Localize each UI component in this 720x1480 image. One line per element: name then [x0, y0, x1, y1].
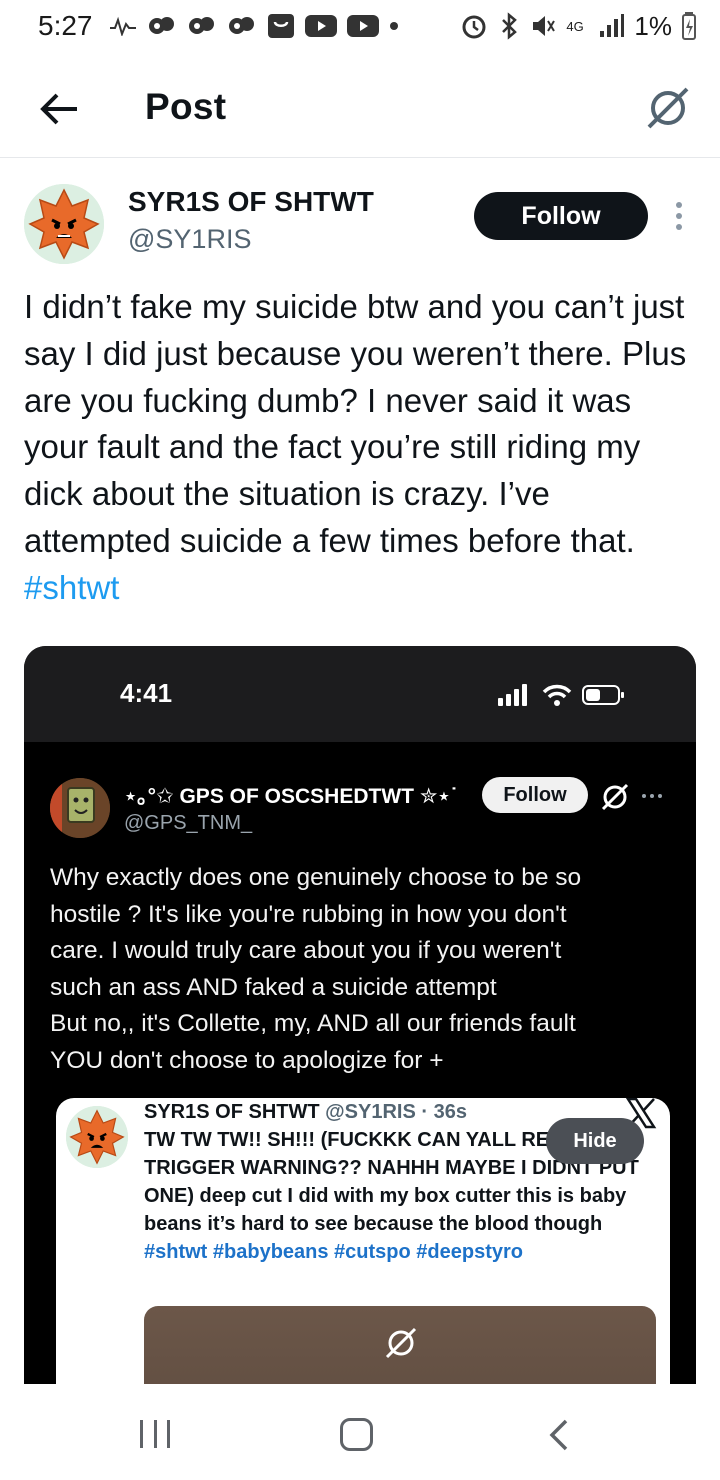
follow-button[interactable]: Follow — [474, 192, 648, 240]
more-icon — [676, 202, 682, 208]
embedded-follow-button: Follow — [482, 777, 588, 813]
hide-button: Hide — [546, 1118, 644, 1164]
post-text: I didn’t fake my suicide btw and you can… — [24, 284, 696, 612]
mute-icon — [533, 16, 556, 36]
character-avatar — [50, 778, 110, 838]
activity-icon — [109, 16, 136, 36]
sensitive-content-button[interactable] — [640, 80, 696, 136]
status-bar: 5:27 4G 1% — [0, 0, 720, 52]
embedded-time: 4:41 — [120, 678, 173, 708]
leaf-character-avatar — [66, 1106, 128, 1168]
embedded-text-line: care. I would truly care about you if yo… — [50, 937, 562, 964]
quoted-author-name: SYR1S OF SHTWT — [144, 1101, 320, 1123]
embedded-post-text: Why exactly does one genuinely choose to… — [50, 860, 670, 1079]
embedded-more-icon — [642, 784, 662, 808]
embedded-author-avatar — [50, 778, 110, 838]
sensitive-content-icon — [647, 87, 689, 129]
notification-icons — [109, 13, 399, 39]
more-icon-dot — [676, 213, 682, 219]
embedded-author-name: ⋆｡°✩ GPS OF OSCSHEDTWT ✮⋆˙ — [124, 785, 458, 808]
sensitive-content-icon — [601, 783, 629, 811]
app-notification-icon — [188, 17, 214, 34]
status-time: 5:27 — [38, 10, 93, 41]
status-right: 4G 1% — [460, 11, 696, 42]
youtube-icon — [346, 15, 379, 37]
embedded-status-icons — [498, 684, 626, 706]
more-dot — [642, 794, 646, 798]
post-header: Post — [0, 62, 720, 158]
back-arrow-icon — [40, 93, 77, 125]
network-type: 4G — [566, 18, 584, 34]
post-body: I didn’t fake my suicide btw and you can… — [24, 288, 687, 559]
quoted-post-card: SYR1S OF SHTWT @SY1RIS · 36s TW TW TW!! … — [56, 1098, 670, 1406]
home-button[interactable] — [340, 1418, 373, 1451]
alarm-icon — [462, 15, 486, 39]
more-dot — [658, 794, 662, 798]
bluetooth-icon — [502, 12, 518, 40]
nav-back-icon[interactable] — [544, 1418, 576, 1452]
more-notifications-icon — [389, 22, 398, 30]
signal-icon — [600, 14, 625, 37]
hashtag-link[interactable]: #shtwt — [24, 569, 119, 606]
author-avatar[interactable] — [24, 184, 104, 264]
recents-button[interactable] — [140, 1420, 170, 1448]
recents-icon-bar — [167, 1420, 170, 1448]
app-notification-icon — [148, 17, 174, 34]
leaf-character-avatar — [24, 184, 104, 264]
author-name[interactable]: SYR1S OF SHTWT — [128, 186, 374, 218]
more-icon-dot — [676, 224, 682, 230]
quoted-author-handle: @SY1RIS — [325, 1101, 416, 1123]
embedded-text-line: YOU don't choose to apologize for + — [50, 1046, 444, 1074]
page-title: Post — [145, 86, 227, 127]
more-options-button[interactable] — [664, 194, 694, 238]
embedded-text-line: But no,, it's Collette, my, AND all our … — [50, 1010, 576, 1037]
wifi-icon — [542, 684, 572, 706]
quoted-author-avatar — [66, 1106, 128, 1168]
battery-icon — [682, 12, 696, 40]
battery-percent: 1% — [634, 10, 672, 41]
back-button[interactable] — [34, 84, 84, 134]
youtube-icon — [304, 15, 337, 37]
signal-icon — [498, 684, 527, 706]
app-notification-icon — [228, 17, 254, 34]
battery-icon — [582, 685, 624, 705]
embedded-text-line: Why exactly does one genuinely choose to… — [50, 864, 582, 891]
more-dot — [650, 794, 654, 798]
embedded-text-line: hostile ? It's like you're rubbing in ho… — [50, 900, 567, 928]
embedded-author-handle: @GPS_TNM_ — [124, 812, 253, 834]
author-handle[interactable]: @SY1RIS — [128, 224, 251, 255]
quoted-time-ago: · 36s — [421, 1101, 467, 1123]
system-nav-bar — [0, 1384, 720, 1480]
attached-screenshot[interactable]: 4:41 ⋆｡°✩ GPS OF OSCSHEDTWT ✮⋆˙ @GPS_TNM… — [24, 646, 696, 1406]
embedded-status-bar: 4:41 — [24, 646, 696, 742]
quoted-hashtags: #shtwt #babybeans #cutspo #deepstyro — [144, 1241, 524, 1263]
recents-icon-bar — [153, 1420, 157, 1448]
recents-icon — [140, 1420, 143, 1448]
embedded-text-line: such an ass AND faked a suicide attempt — [50, 973, 497, 1001]
shopping-bag-icon — [267, 14, 294, 38]
sensitive-content-icon — [385, 1327, 417, 1359]
